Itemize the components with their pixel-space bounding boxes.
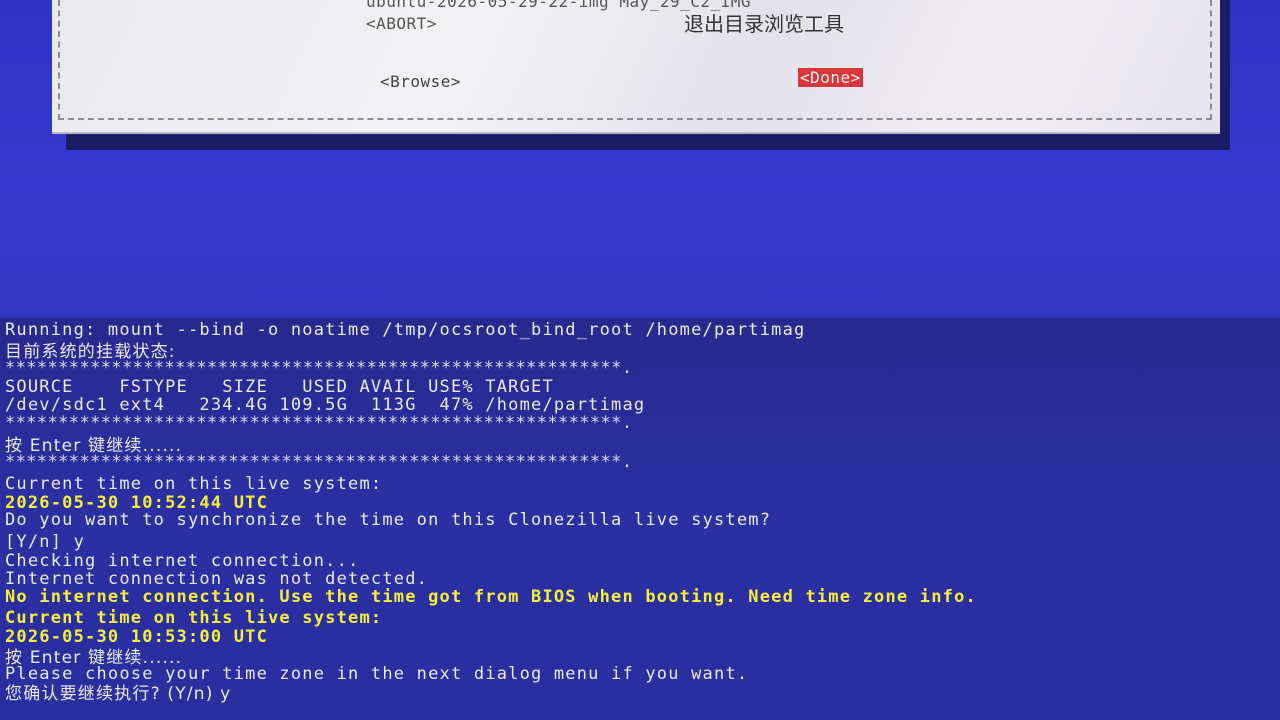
- terminal-line-timezone-prompt: Please choose your time zone in the next…: [5, 664, 749, 684]
- terminal-line-current-time-label: Current time on this live system:: [5, 474, 383, 494]
- terminal-line-df-header: SOURCE FSTYPE SIZE USED AVAIL USE% TARGE…: [5, 377, 554, 397]
- terminal-line-df-row: /dev/sdc1 ext4 234.4G 109.5G 113G 47% /h…: [5, 395, 646, 415]
- terminal-line-no-connection: Internet connection was not detected.: [5, 569, 429, 589]
- terminal-line-confirm-prompt[interactable]: 您确认要继续执行? (Y/n) y: [5, 684, 231, 704]
- terminal-line-checking: Checking internet connection...: [5, 551, 360, 571]
- terminal-output: Running: mount --bind -o noatime /tmp/oc…: [0, 318, 1280, 720]
- terminal-line-mount-command: Running: mount --bind -o noatime /tmp/oc…: [5, 320, 806, 340]
- terminal-line-bios-time-notice: No internet connection. Use the time got…: [5, 587, 977, 607]
- terminal-separator: ****************************************…: [5, 452, 633, 472]
- terminal-line-sync-answer: [Y/n] y: [5, 532, 86, 552]
- browse-button[interactable]: <Browse>: [378, 72, 463, 91]
- abort-option-description: 退出目录浏览工具: [684, 12, 844, 36]
- terminal-line-sync-question: Do you want to synchronize the time on t…: [5, 510, 772, 530]
- terminal-separator: ****************************************…: [5, 358, 633, 378]
- dialog-frame: [58, 0, 1212, 120]
- terminal-line-current-time-label-2: Current time on this live system:: [5, 608, 383, 628]
- terminal-separator: ****************************************…: [5, 413, 633, 433]
- done-button[interactable]: <Done>: [798, 68, 863, 87]
- directory-browser-dialog: ubuntu-2026-05-29-22-img May_29_C2_IMG <…: [52, 0, 1220, 134]
- terminal-line-current-time-2: 2026-05-30 10:53:00 UTC: [5, 627, 269, 647]
- abort-option[interactable]: <ABORT>: [366, 14, 437, 33]
